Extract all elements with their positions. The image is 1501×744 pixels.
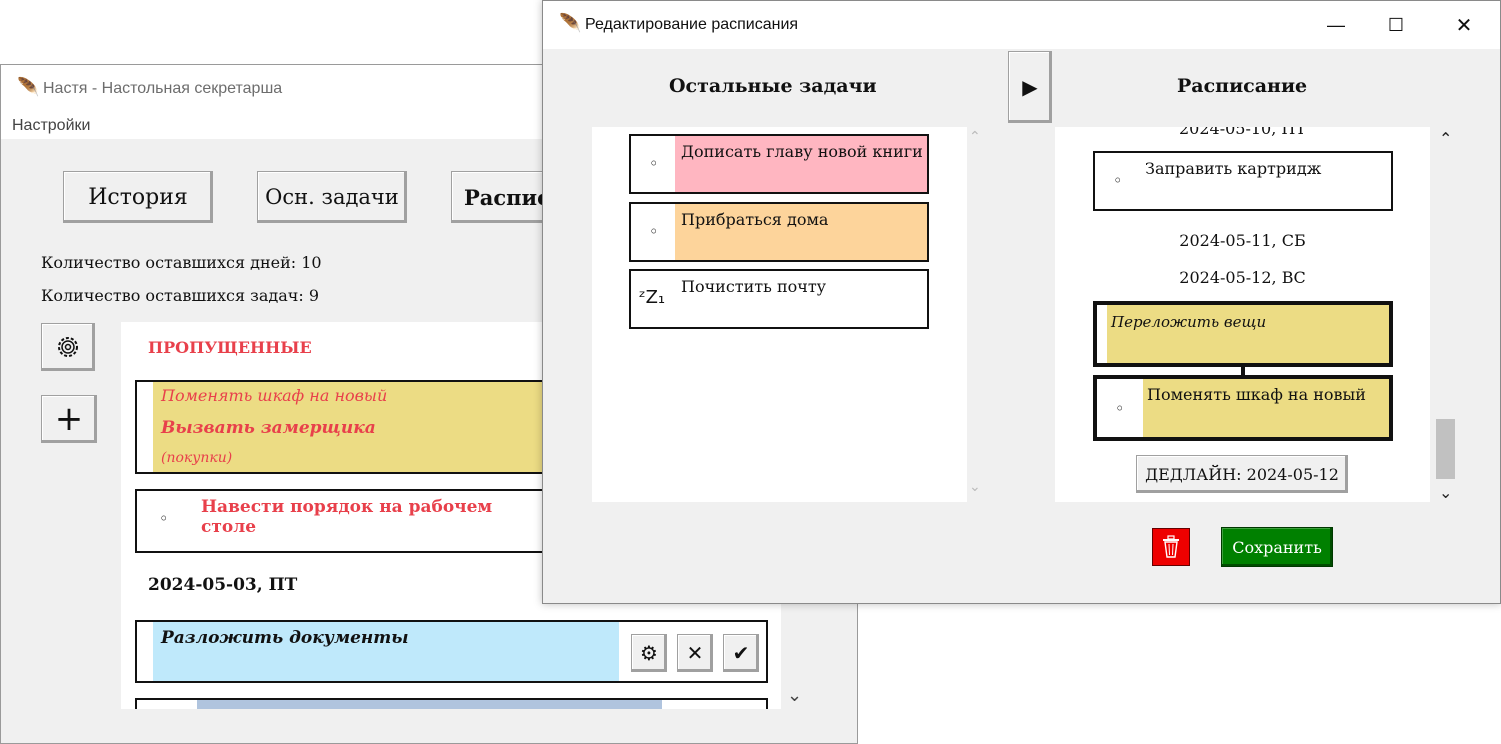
task-tag: (покупки): [161, 450, 233, 466]
date-heading: 2024-05-10, ПТ: [1178, 127, 1307, 138]
task-card[interactable]: ◦ Поменять шкаф на новый: [1093, 375, 1393, 441]
scroll-up-icon[interactable]: ⌃: [1439, 129, 1452, 148]
move-right-button[interactable]: ▶: [1008, 51, 1052, 123]
dialog-title: Редактирование расписания: [585, 16, 799, 33]
trash-icon: [1163, 535, 1179, 558]
date-heading: 2024-05-03, ПТ: [148, 575, 298, 595]
task-color-fill: [197, 700, 662, 709]
edit-schedule-dialog: 🪶 Редактирование расписания — ☐ ✕ Осталь…: [542, 0, 1501, 604]
status-dot-icon: ◦: [159, 509, 169, 528]
maximize-button[interactable]: ☐: [1373, 9, 1419, 41]
status-dot-icon: ◦: [649, 222, 659, 241]
scrollbar-thumb[interactable]: [1436, 419, 1455, 479]
scroll-down-icon[interactable]: ⌄: [969, 479, 981, 495]
task-label: Разложить документы: [161, 628, 409, 648]
other-tasks-scrollbar[interactable]: ⌃ ⌄: [967, 127, 984, 502]
minimize-button[interactable]: —: [1313, 9, 1359, 41]
main-tasks-button[interactable]: Осн. задачи: [257, 171, 407, 223]
task-card[interactable]: ◦ Прибраться дома: [629, 202, 929, 262]
task-label: Навести порядок на рабочем столе: [201, 497, 493, 537]
feather-icon: 🪶: [17, 77, 40, 98]
missed-heading: ПРОПУЩЕННЫЕ: [148, 338, 312, 357]
other-tasks-list[interactable]: ◦ Дописать главу новой книги ◦ Прибратьс…: [592, 127, 967, 502]
menu-settings[interactable]: Настройки: [12, 117, 90, 135]
missed-task-group[interactable]: Поменять шкаф на новый Вызвать замерщика…: [135, 380, 555, 474]
task-label: Поменять шкаф на новый: [1147, 385, 1366, 404]
schedule-heading: Расписание: [1177, 75, 1308, 97]
missed-task-card[interactable]: ◦ Навести порядок на рабочем столе: [135, 489, 555, 553]
date-heading: 2024-05-11, СБ: [1179, 231, 1306, 250]
scroll-up-icon[interactable]: ⌃: [969, 129, 981, 145]
scroll-down-icon[interactable]: ⌄: [787, 685, 802, 706]
task-cancel-button[interactable]: ✕: [677, 634, 713, 672]
task-card[interactable]: Разложить документы ⚙ ✕ ✔: [135, 620, 768, 683]
tasks-left-label: Количество оставшихся задач: 9: [41, 286, 320, 305]
delete-button[interactable]: [1152, 528, 1190, 566]
task-label: Вызвать замерщика: [161, 418, 376, 438]
task-label: Переложить вещи: [1111, 313, 1267, 331]
task-card[interactable]: Переложить вещи: [1093, 301, 1393, 367]
task-label: Прибраться дома: [681, 210, 829, 229]
other-tasks-heading: Остальные задачи: [669, 75, 877, 97]
task-label: Дописать главу новой книги: [681, 142, 923, 161]
date-heading: 2024-05-12, ВС: [1179, 268, 1306, 287]
history-button[interactable]: История: [63, 171, 213, 223]
task-card[interactable]: ◦ Дописать главу новой книги: [629, 134, 929, 194]
task-label: Заправить картридж: [1145, 159, 1322, 178]
days-left-label: Количество оставшихся дней: 10: [41, 253, 322, 272]
status-dot-icon: ◦: [649, 154, 659, 173]
feather-icon: 🪶: [559, 13, 582, 34]
task-label: Почистить почту: [681, 277, 827, 296]
task-settings-button[interactable]: ⚙: [631, 634, 667, 672]
save-button[interactable]: Сохранить: [1221, 527, 1333, 567]
task-card[interactable]: ◦ Заправить картридж: [1093, 151, 1393, 211]
settings-button[interactable]: [41, 323, 95, 371]
close-button[interactable]: ✕: [1441, 9, 1487, 41]
schedule-list[interactable]: 2024-05-10, ПТ ◦ Заправить картридж 2024…: [1055, 127, 1430, 502]
gear-icon: [58, 337, 78, 357]
task-card[interactable]: [135, 698, 768, 709]
sleep-icon: ᶻZ₁: [639, 287, 666, 308]
deadline-button[interactable]: ДЕДЛАЙН: 2024-05-12: [1136, 455, 1348, 493]
task-done-button[interactable]: ✔: [723, 634, 759, 672]
task-card[interactable]: ᶻZ₁ Почистить почту: [629, 269, 929, 329]
status-dot-icon: ◦: [1113, 171, 1123, 190]
task-label: Поменять шкаф на новый: [161, 386, 388, 405]
main-window-title: Настя - Настольная секретарша: [43, 80, 283, 97]
status-dot-icon: ◦: [1115, 399, 1125, 418]
scroll-down-icon[interactable]: ⌄: [1439, 483, 1452, 502]
add-task-button[interactable]: +: [41, 395, 97, 443]
dialog-titlebar: 🪶 Редактирование расписания — ☐ ✕: [543, 1, 1500, 49]
